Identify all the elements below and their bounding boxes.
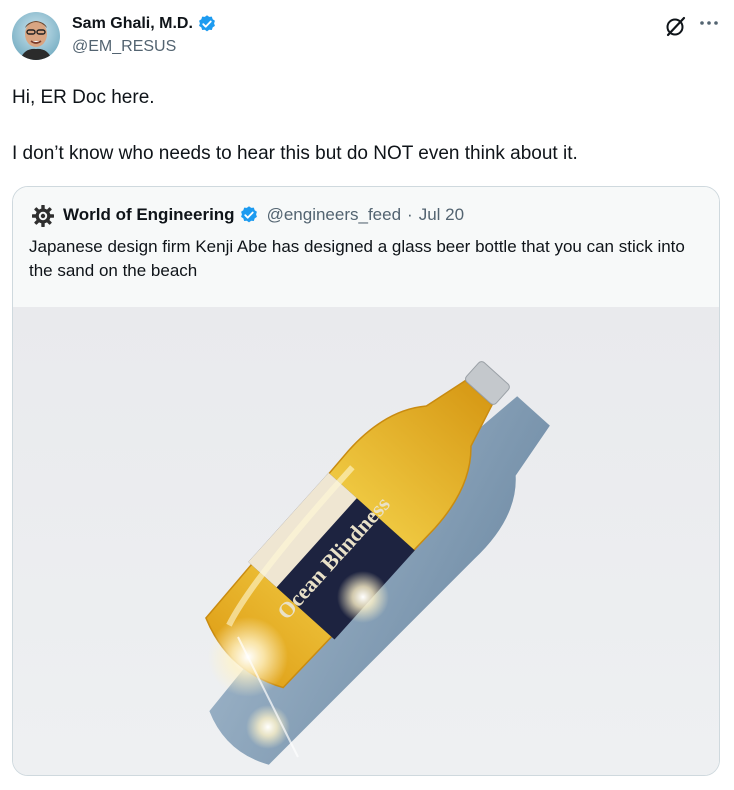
quoted-tweet-date[interactable]: Jul 20 [419, 205, 464, 225]
quoted-tweet-image[interactable]: Ocean Blindness [13, 307, 719, 775]
tweet-card: Sam Ghali, M.D. @EM_RESUS Hi, ER Doc her… [0, 0, 734, 790]
gear-logo-icon[interactable] [31, 204, 55, 228]
tweet-text: Hi, ER Doc here. I don’t know who needs … [12, 84, 712, 196]
quoted-author-name[interactable]: World of Engineering [63, 205, 235, 225]
more-options-icon[interactable] [698, 12, 720, 34]
tweet-text-line-2: I don’t know who needs to hear this but … [12, 143, 578, 164]
grok-icon[interactable] [664, 14, 688, 38]
quoted-author-row[interactable]: World of Engineering @engineers_feed · J… [63, 205, 464, 225]
quoted-tweet[interactable]: World of Engineering @engineers_feed · J… [12, 186, 720, 776]
quoted-tweet-text: Japanese design firm Kenji Abe has desig… [29, 237, 685, 280]
separator-dot: · [407, 205, 413, 224]
verified-badge-icon [239, 205, 259, 225]
author-display-name[interactable]: Sam Ghali, M.D. [72, 15, 193, 33]
author-avatar[interactable] [12, 12, 60, 60]
author-name-row[interactable]: Sam Ghali, M.D. [72, 14, 217, 34]
quoted-tweet-header: World of Engineering @engineers_feed · J… [13, 187, 719, 307]
quoted-author-handle[interactable]: @engineers_feed [267, 205, 401, 225]
author-handle[interactable]: @EM_RESUS [72, 38, 176, 56]
verified-badge-icon [197, 14, 217, 34]
tweet-text-line-1: Hi, ER Doc here. [12, 87, 155, 108]
